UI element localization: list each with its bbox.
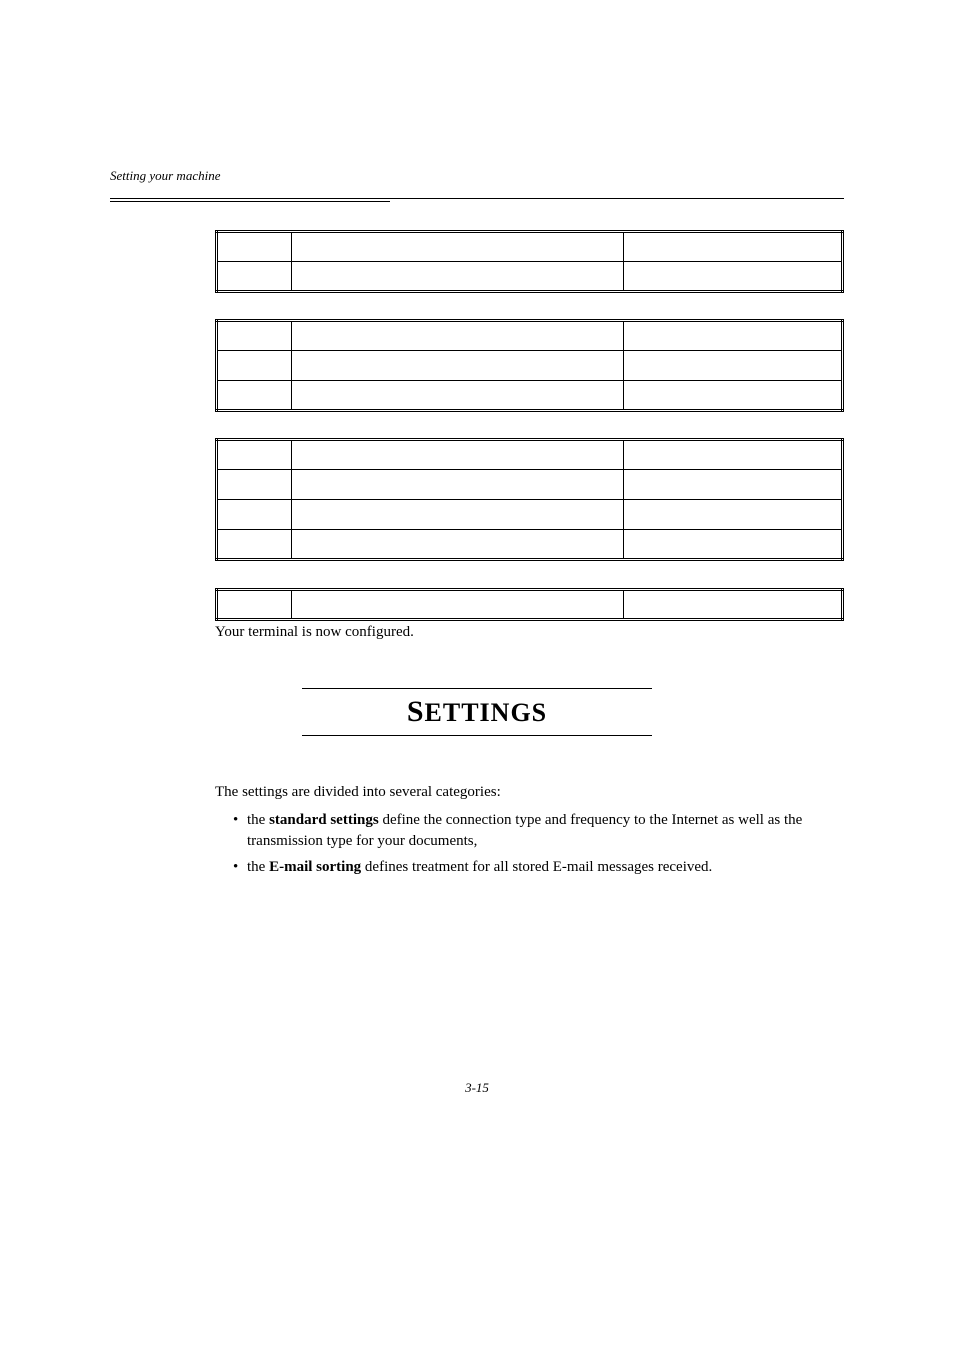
table-row bbox=[217, 530, 843, 560]
settings-title-initial: S bbox=[407, 695, 425, 728]
table-row bbox=[217, 590, 843, 620]
table-row bbox=[217, 232, 843, 262]
bullet-bold: standard settings bbox=[269, 812, 379, 828]
settings-rule-bottom bbox=[302, 735, 652, 736]
table-row bbox=[217, 262, 843, 292]
bullet-prefix: the bbox=[247, 812, 269, 828]
config-table-2 bbox=[215, 319, 844, 412]
settings-bullets: the standard settings define the connect… bbox=[215, 810, 844, 877]
configured-text: Your terminal is now configured. bbox=[215, 624, 844, 641]
settings-body: The settings are divided into several ca… bbox=[215, 782, 844, 883]
table-row bbox=[217, 500, 843, 530]
settings-heading-block: SETTINGS bbox=[110, 688, 844, 736]
table-row bbox=[217, 470, 843, 500]
settings-title-rest: ETTINGS bbox=[425, 698, 548, 727]
table-row bbox=[217, 381, 843, 411]
config-table-3 bbox=[215, 438, 844, 561]
table-row bbox=[217, 351, 843, 381]
bullet-rest: defines treatment for all stored E-mail … bbox=[361, 859, 712, 875]
page: Setting your machine Your terminal is no… bbox=[0, 0, 954, 1351]
table-row bbox=[217, 321, 843, 351]
settings-intro: The settings are divided into several ca… bbox=[215, 782, 844, 802]
header-rule-full bbox=[110, 198, 844, 199]
list-item: the E-mail sorting defines treatment for… bbox=[233, 857, 844, 877]
section-label: Setting your machine bbox=[110, 168, 844, 184]
header: Setting your machine bbox=[110, 168, 844, 184]
config-table-4 bbox=[215, 588, 844, 621]
table-row bbox=[217, 440, 843, 470]
config-table-1 bbox=[215, 230, 844, 293]
page-number: 3-15 bbox=[0, 1080, 954, 1096]
config-tables bbox=[215, 230, 844, 587]
final-table-block: Your terminal is now configured. bbox=[215, 588, 844, 641]
header-rule-short bbox=[110, 201, 390, 202]
bullet-prefix: the bbox=[247, 859, 269, 875]
list-item: the standard settings define the connect… bbox=[233, 810, 844, 851]
bullet-bold: E-mail sorting bbox=[269, 859, 361, 875]
settings-title: SETTINGS bbox=[110, 689, 844, 735]
